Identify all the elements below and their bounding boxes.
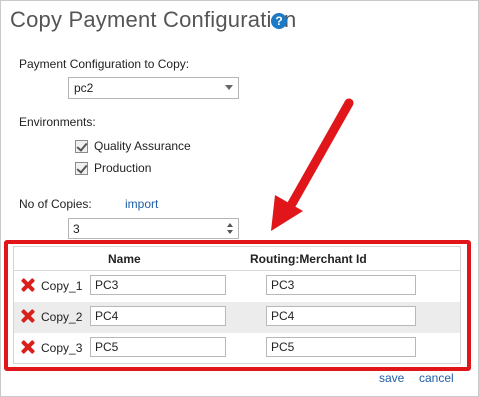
save-button[interactable]: save: [379, 371, 404, 385]
env-label: Production: [94, 161, 152, 175]
chevron-down-icon: [225, 85, 233, 90]
copies-label: No of Copies:: [19, 197, 92, 211]
copy-payment-dialog: Copy Payment Configuration ? Payment Con…: [0, 0, 479, 397]
env-production[interactable]: Production: [75, 161, 151, 175]
red-highlight-box: [4, 240, 471, 371]
cancel-button[interactable]: cancel: [419, 371, 454, 385]
checkbox-checked-icon[interactable]: [75, 139, 88, 153]
source-config-select[interactable]: pc2: [68, 77, 239, 99]
help-icon[interactable]: ?: [271, 13, 287, 29]
env-label: Quality Assurance: [94, 139, 191, 153]
source-config-value: pc2: [74, 81, 94, 95]
dialog-title: Copy Payment Configuration: [10, 7, 297, 32]
copies-value: 3: [73, 222, 80, 236]
spin-up-icon[interactable]: [227, 223, 233, 227]
copies-stepper[interactable]: 3: [68, 218, 239, 239]
red-arrow-annotation: [271, 98, 354, 231]
source-config-label: Payment Configuration to Copy:: [19, 57, 190, 71]
import-link[interactable]: import: [125, 197, 158, 211]
checkbox-checked-icon[interactable]: [75, 161, 88, 175]
environments-label: Environments:: [19, 115, 96, 129]
spin-down-icon[interactable]: [227, 230, 233, 234]
env-quality-assurance[interactable]: Quality Assurance: [75, 139, 191, 153]
